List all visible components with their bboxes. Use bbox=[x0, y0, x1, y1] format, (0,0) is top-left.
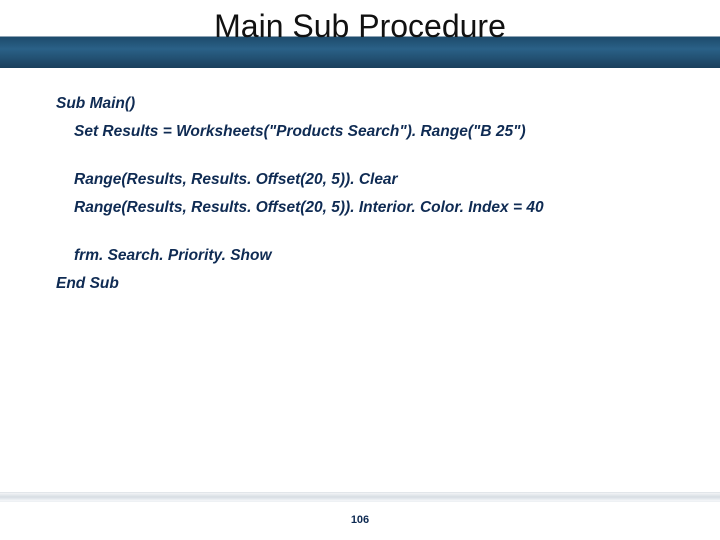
blank-line bbox=[56, 148, 666, 168]
footer-divider bbox=[0, 492, 720, 502]
blank-line bbox=[56, 224, 666, 244]
code-line: Range(Results, Results. Offset(20, 5)). … bbox=[56, 196, 666, 220]
code-line: End Sub bbox=[56, 272, 666, 296]
code-block: Sub Main() Set Results = Worksheets("Pro… bbox=[56, 92, 666, 300]
code-line: Sub Main() bbox=[56, 92, 666, 116]
slide-title: Main Sub Procedure bbox=[0, 8, 720, 45]
code-line: Set Results = Worksheets("Products Searc… bbox=[56, 120, 666, 144]
slide: Main Sub Procedure Sub Main() Set Result… bbox=[0, 0, 720, 540]
code-line: Range(Results, Results. Offset(20, 5)). … bbox=[56, 168, 666, 192]
code-line: frm. Search. Priority. Show bbox=[56, 244, 666, 268]
page-number: 106 bbox=[0, 514, 720, 526]
